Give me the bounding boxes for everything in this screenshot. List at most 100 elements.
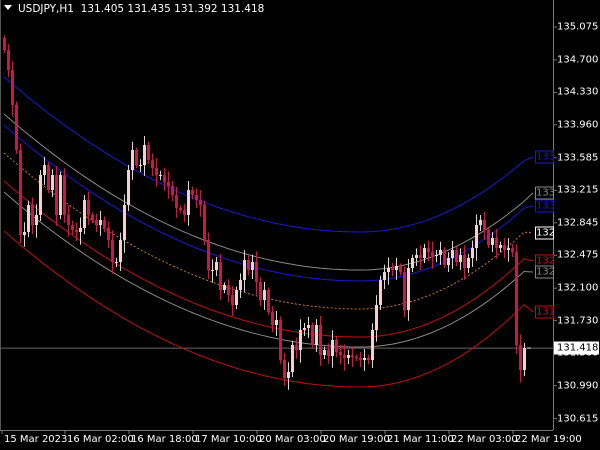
candle-bull: [451, 250, 454, 259]
candle-bear: [255, 262, 258, 282]
candle-bull: [127, 170, 130, 205]
price-chart[interactable]: [0, 0, 600, 450]
candle-bear: [283, 360, 286, 379]
candle-bear: [155, 168, 158, 176]
candle-bull: [459, 255, 462, 263]
candle-bear: [31, 204, 34, 225]
candle-bull: [371, 329, 374, 361]
candle-bull: [435, 255, 438, 257]
candle-bull: [51, 175, 54, 191]
candle-bear: [295, 345, 298, 351]
candle-bull: [415, 255, 418, 259]
candle-bear: [87, 199, 90, 215]
candle-bear: [519, 345, 522, 371]
candle-bear: [107, 227, 110, 241]
candle-bear: [47, 165, 50, 191]
candle-bull: [251, 262, 254, 271]
price-tick-label: 133.960: [557, 119, 599, 131]
candle-bull: [119, 240, 122, 263]
candle-bear: [455, 250, 458, 263]
candle-bear: [63, 175, 66, 215]
candle-bull: [239, 280, 242, 291]
candle-bear: [191, 190, 194, 196]
candle-bull: [131, 150, 134, 171]
candle-bear: [335, 340, 338, 353]
band-price-label-middle: 132.: [535, 226, 554, 240]
candle-bear: [207, 240, 210, 271]
candle-bull: [143, 145, 146, 166]
band-price-label-upper-2: 133.: [535, 150, 554, 164]
candle-bear: [203, 204, 206, 241]
price-tick-label: 130.615: [557, 413, 599, 425]
candle-bear: [267, 290, 270, 312]
candle-bull: [35, 214, 38, 225]
candle-bear: [391, 268, 394, 271]
candle-bear: [367, 358, 370, 361]
candle-bull: [83, 199, 86, 228]
candle-bull: [363, 358, 366, 361]
candle-bear: [247, 260, 250, 271]
candle-bear: [259, 281, 262, 300]
price-tick-label: 133.215: [557, 184, 599, 196]
candle-bear: [135, 150, 138, 166]
band-line-upper-gray: [3, 113, 534, 271]
candle-bull: [395, 265, 398, 271]
candle-bear: [55, 175, 58, 215]
price-tick-label: 132.475: [557, 249, 599, 261]
candle-bear: [311, 324, 314, 346]
candle-bear: [11, 70, 14, 105]
candle-bull: [331, 340, 334, 356]
time-tick-label: 20 Mar 03:00: [259, 434, 326, 445]
candle-bull: [39, 175, 42, 215]
candle-bear: [175, 195, 178, 209]
candle-bear: [167, 181, 170, 187]
time-tick-label: 16 Mar 18:00: [131, 434, 198, 445]
current-price-label: 131.418: [554, 341, 599, 355]
candle-bull: [491, 237, 494, 246]
candle-bear: [199, 199, 202, 205]
candle-bull: [291, 345, 294, 373]
candle-bull: [243, 260, 246, 281]
candle-bear: [487, 229, 490, 246]
candle-bull: [159, 175, 162, 177]
candle-bear: [67, 214, 70, 225]
band-price-label-upper-1: 133.: [535, 199, 554, 213]
candle-bear: [95, 219, 98, 225]
candle-bull: [423, 247, 426, 259]
candle-bear: [359, 358, 362, 361]
time-tick-label: 17 Mar 10:00: [195, 434, 262, 445]
candle-bear: [183, 209, 186, 215]
candle-bear: [399, 265, 402, 273]
time-tick-label: 20 Mar 19:00: [323, 434, 390, 445]
time-tick-label: 22 Mar 19:00: [515, 434, 582, 445]
price-tick-label: 134.330: [557, 86, 599, 98]
candle-bear: [495, 237, 498, 248]
candle-bear: [279, 319, 282, 361]
price-tick-label: 131.730: [557, 315, 599, 327]
candle-bull: [27, 204, 30, 233]
candle-bear: [19, 150, 22, 235]
candle-bear: [319, 324, 322, 356]
candle-bull: [187, 190, 190, 215]
candle-bull: [59, 175, 62, 215]
candle-bear: [15, 104, 18, 151]
candle-bull: [383, 272, 386, 281]
candle-bull: [43, 165, 46, 176]
candle-bull: [447, 258, 450, 266]
candle-bear: [511, 247, 514, 253]
candle-bear: [351, 355, 354, 358]
candle-bear: [431, 252, 434, 256]
price-tick-label: 132.100: [557, 282, 599, 294]
candle-bear: [179, 208, 182, 210]
candle-bear: [419, 255, 422, 259]
candle-bull: [23, 232, 26, 235]
candle-bear: [147, 145, 150, 161]
candle-bear: [231, 295, 234, 305]
candle-bull: [471, 247, 474, 259]
candle-bull: [467, 258, 470, 269]
time-tick-label: 16 Mar 02:00: [67, 434, 134, 445]
candle-bear: [327, 350, 330, 356]
candle-bull: [303, 327, 306, 330]
candle-bear: [271, 311, 274, 325]
dropdown-triangle-icon[interactable]: [4, 5, 12, 10]
